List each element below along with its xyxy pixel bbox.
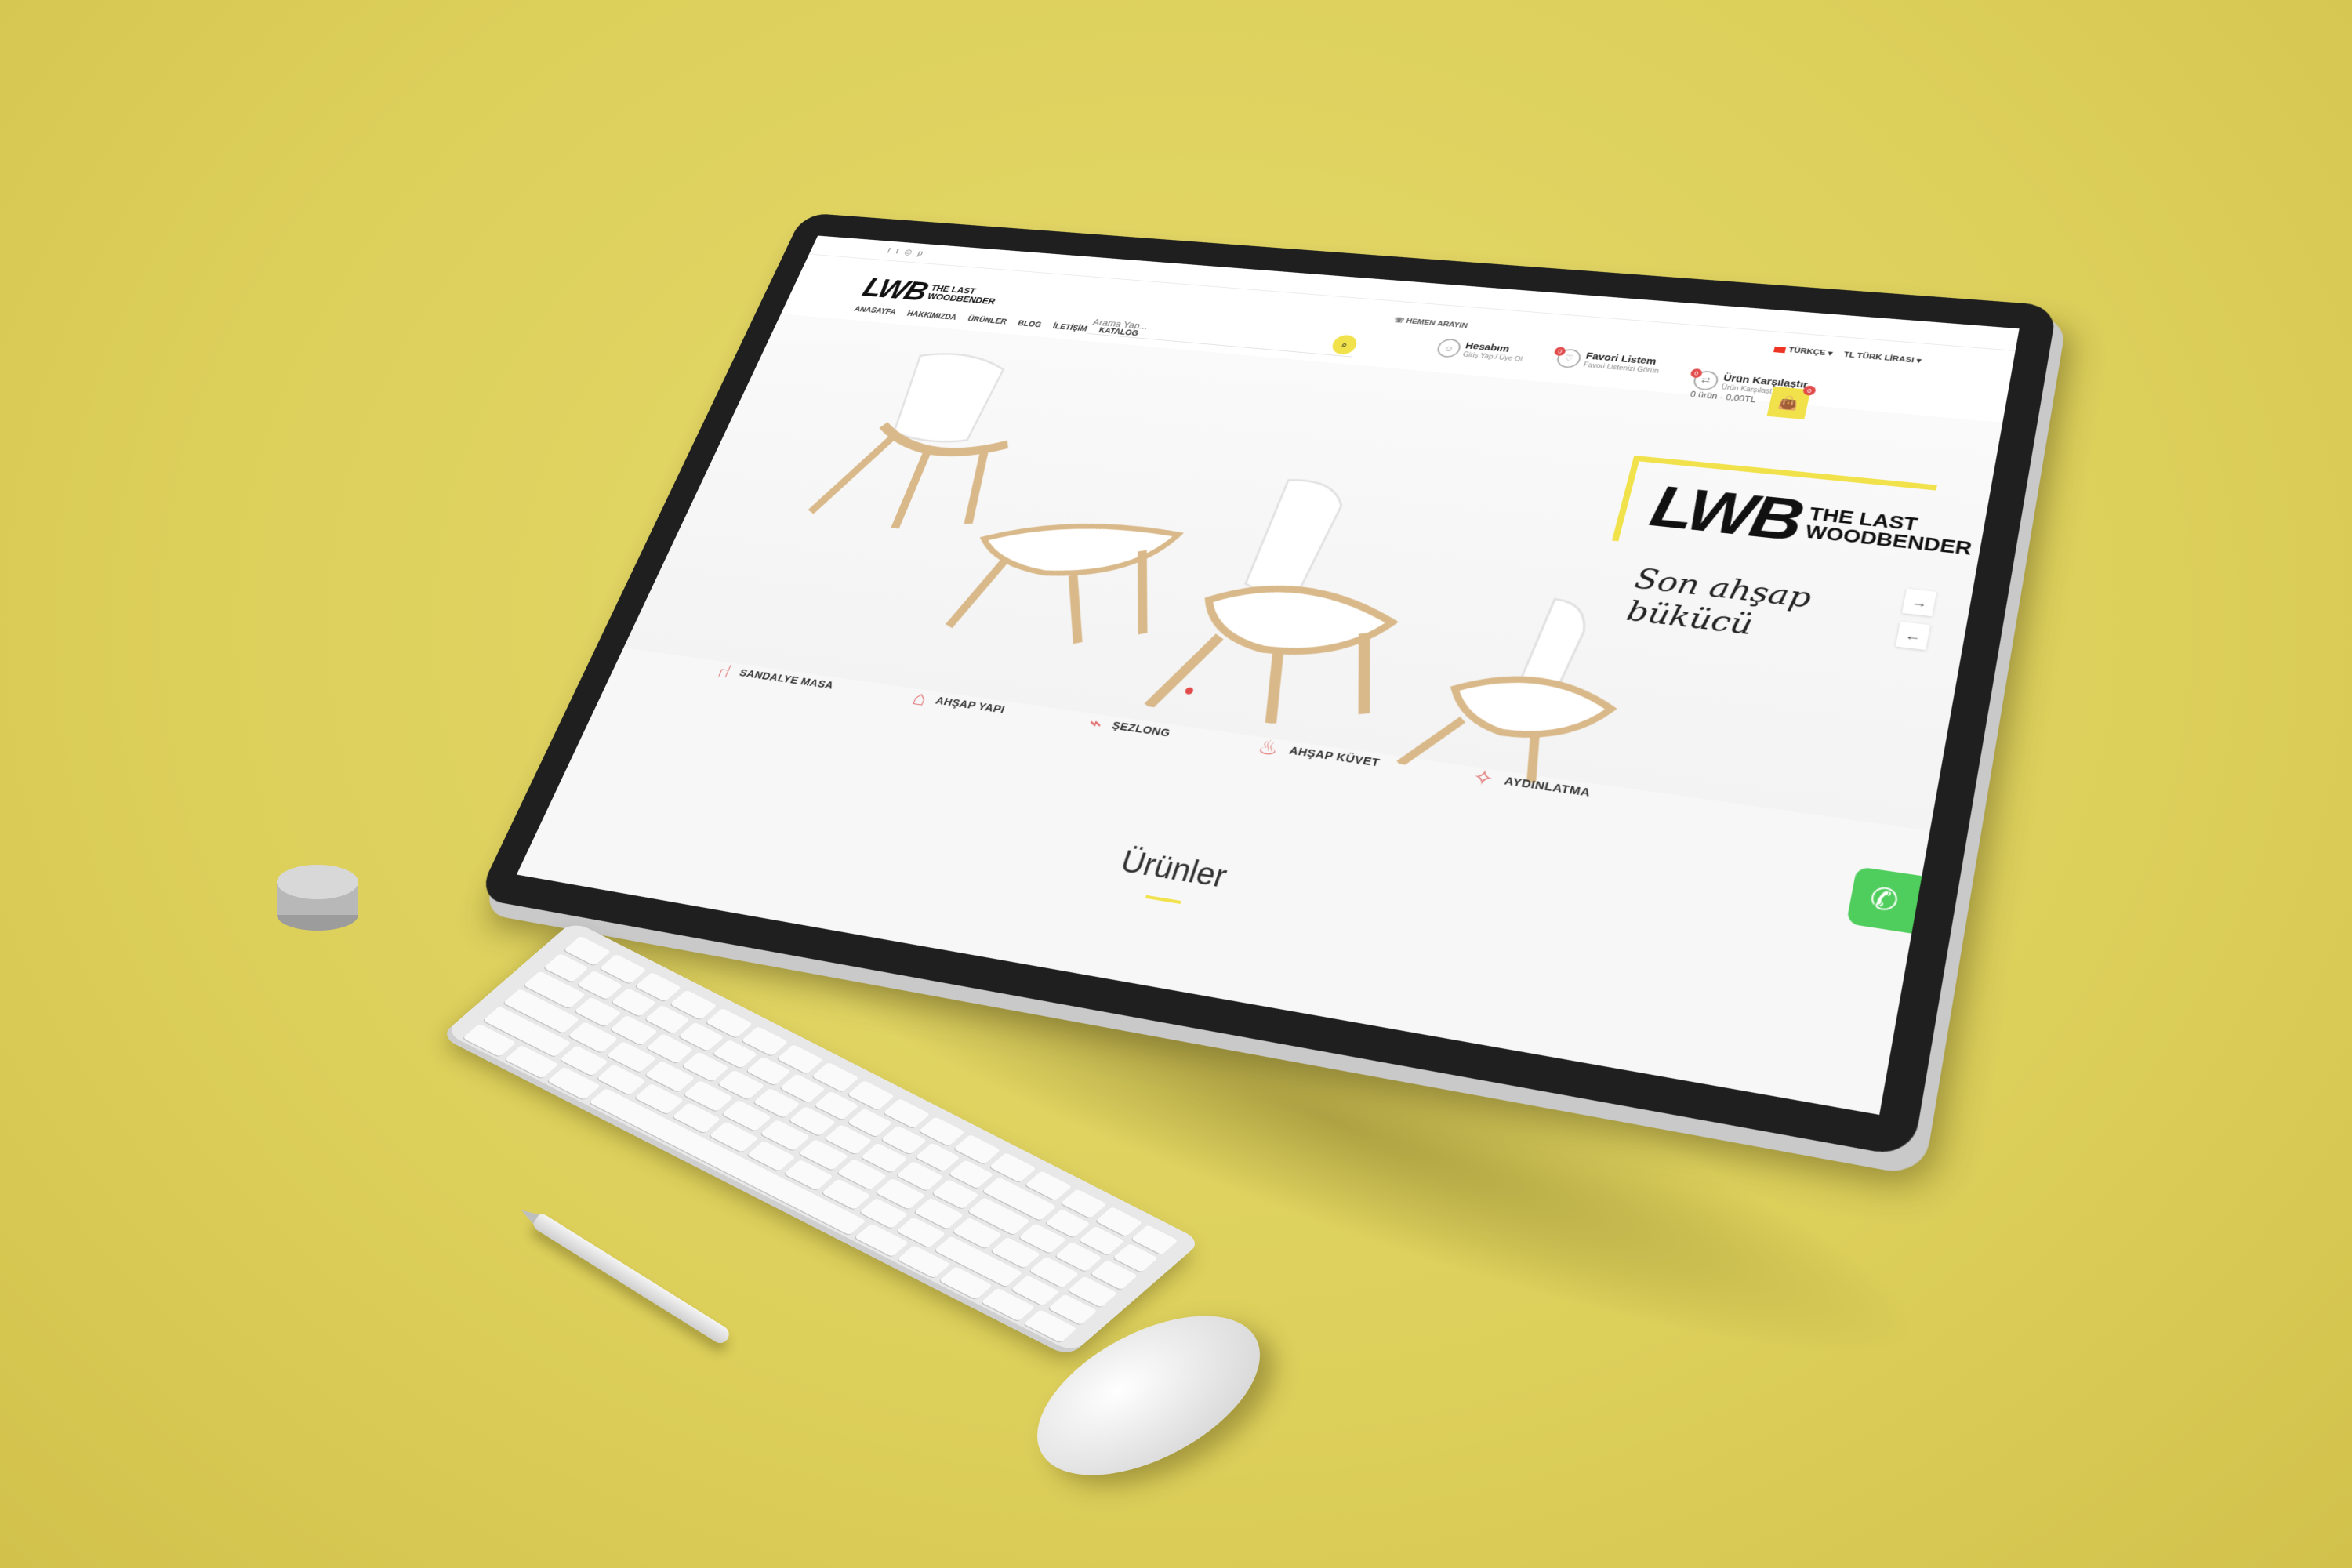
heart-icon: ♡ 0: [1555, 348, 1583, 368]
bathtub-icon: ♨: [1255, 735, 1283, 761]
key-row: [523, 971, 1138, 1290]
account-link[interactable]: ☺ Hesabım Giriş Yap / Üye Ol: [1435, 338, 1526, 364]
nav-blog[interactable]: BLOG: [1017, 319, 1043, 329]
locale-selectors: TÜRKÇE ▾ TL TÜRK LİRASI ▾: [1773, 345, 1922, 365]
cart-summary[interactable]: 0 ürün - 0,00TL: [1690, 390, 1757, 405]
compare-count-badge: 0: [1690, 368, 1703, 378]
slider-next-button[interactable]: →: [1902, 589, 1936, 616]
nav-about[interactable]: HAKKIMIZDA: [906, 310, 958, 322]
pinterest-icon[interactable]: p: [916, 249, 925, 258]
user-icon: ☺: [1435, 338, 1462, 358]
call-now[interactable]: ☏ HEMEN ARAYIN: [1393, 316, 1469, 330]
language-label: TÜRKÇE: [1788, 347, 1826, 358]
keyboard-area: [392, 909, 1129, 1348]
chair-icon: ⑁: [714, 659, 735, 682]
search-icon: ⌕: [1340, 339, 1349, 350]
nav-home[interactable]: ANASAYFA: [853, 305, 898, 317]
cart-button[interactable]: 👜 0: [1767, 387, 1811, 419]
house-icon: ⌂: [909, 687, 931, 710]
lamp-icon: ✧: [1470, 764, 1496, 792]
category-label: AHŞAP YAPI: [934, 695, 1007, 716]
facebook-icon[interactable]: f: [886, 246, 892, 255]
hero-brand: LWB THE LAST WOODBENDER Son ahşap bükücü: [1607, 463, 1921, 658]
language-select[interactable]: TÜRKÇE ▾: [1773, 345, 1834, 358]
category-label: ŞEZLONG: [1110, 720, 1172, 740]
whatsapp-icon: ✆: [1867, 880, 1901, 919]
logo-text: THE LAST WOODBENDER: [926, 284, 1000, 307]
desk-scene: f t ◎ p LWB THE LAST WOODBENDER ANASAYFA…: [0, 0, 2352, 1568]
surface-dial: [273, 858, 363, 933]
whatsapp-button[interactable]: ✆: [1846, 866, 1922, 934]
category-label: AYDINLATMA: [1503, 775, 1592, 800]
shopping-bag-icon: 👜: [1777, 394, 1800, 412]
favorites-link[interactable]: ♡ 0 Favori Listem Favori Listenizi Görün: [1555, 348, 1662, 376]
instagram-icon[interactable]: ◎: [903, 248, 914, 257]
currency-label: TL TÜRK LİRASI: [1843, 351, 1915, 365]
lounger-icon: ⌁: [1085, 710, 1106, 735]
hero-logo-text: THE LAST WOODBENDER: [1804, 504, 1976, 557]
nav-contact[interactable]: İLETİŞİM: [1051, 322, 1088, 333]
logo-line2: WOODBENDER: [926, 292, 997, 307]
keyboard: [445, 920, 1202, 1352]
slider-prev-button[interactable]: ←: [1896, 622, 1930, 650]
hero-slogan: Son ahşap bükücü: [1607, 561, 1901, 658]
title-underline: [1145, 895, 1181, 904]
favorites-count-badge: 0: [1553, 347, 1566, 356]
social-links: f t ◎ p: [886, 246, 925, 258]
nav-products[interactable]: ÜRÜNLER: [967, 314, 1008, 325]
currency-select[interactable]: TL TÜRK LİRASI ▾: [1843, 350, 1922, 365]
logo-mark: LWB: [858, 272, 932, 307]
turkey-flag-icon: [1773, 347, 1786, 353]
arrow-left-icon: ←: [1904, 627, 1922, 644]
search-button[interactable]: ⌕: [1330, 334, 1359, 355]
arrow-right-icon: →: [1910, 594, 1929, 612]
call-label: HEMEN ARAYIN: [1405, 318, 1468, 330]
twitter-icon[interactable]: t: [895, 247, 901, 256]
